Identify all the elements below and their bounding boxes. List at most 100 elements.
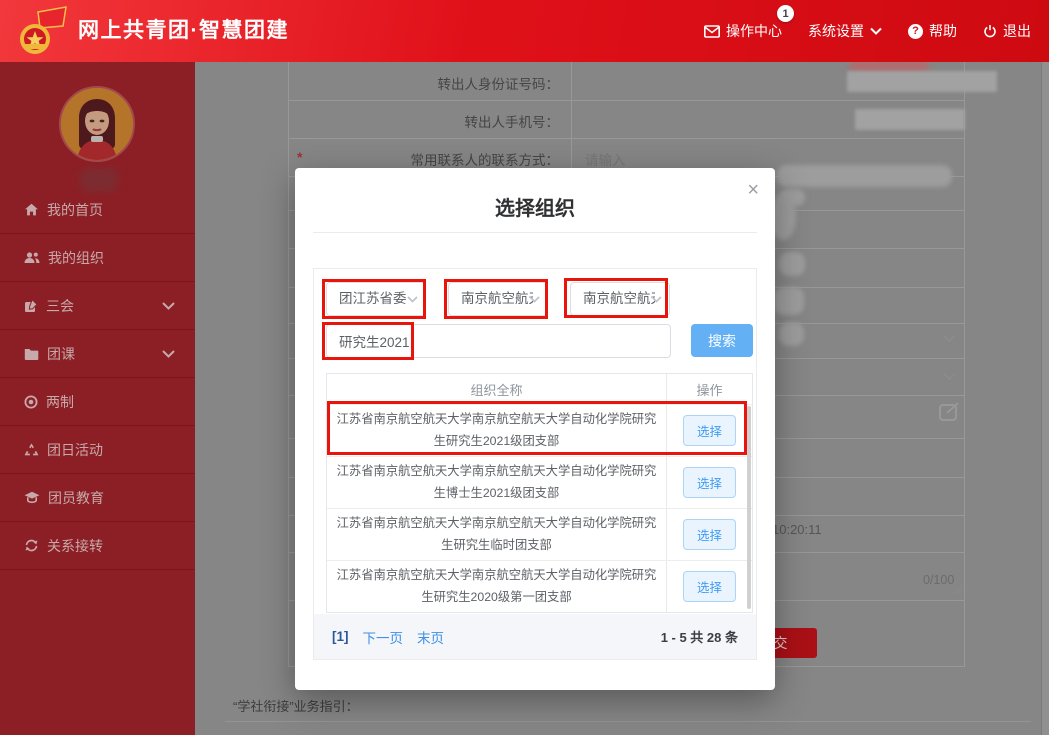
target-icon [24, 395, 38, 408]
divider [225, 721, 1031, 722]
form-label-id-number: 转出人身份证号码： [437, 77, 560, 92]
sidebar: 我的首页 我的组织 三会 团课 两制 团日活动 团员教育 关系接转 [0, 62, 195, 735]
sidebar-item-liangzhi[interactable]: 两制 [0, 378, 195, 426]
sidebar-item-label: 我的首页 [47, 201, 103, 218]
question-icon: ? [908, 23, 923, 39]
org-name: 江苏省南京航空航天大学南京航空航天大学自动化学院研究生博士生2021级团支部 [336, 463, 657, 500]
column-header-action: 操作 [666, 374, 752, 404]
redacted-value [779, 189, 805, 206]
transfer-icon [25, 539, 38, 552]
edit-square-icon[interactable] [939, 402, 960, 422]
char-counter: 0/100 [923, 573, 955, 587]
business-guide-label: “学社衔接”业务指引： [233, 699, 359, 714]
nav-system-settings-label: 系统设置 [808, 23, 864, 39]
avatar [59, 86, 135, 162]
modal-title: 选择组织 [495, 198, 575, 220]
recycle-icon [24, 443, 39, 456]
chevron-down-icon [162, 349, 175, 358]
chevron-down-icon[interactable] [943, 334, 956, 343]
table-scrollbar[interactable] [747, 406, 751, 609]
divider [289, 138, 964, 139]
chevron-down-icon [162, 301, 175, 310]
notification-badge: 1 [777, 5, 794, 22]
nav-operation-center-label: 操作中心 [726, 23, 782, 39]
table-row: 江苏省南京航空航天大学南京航空航天大学自动化学院研究生博士生2021级团支部 选… [327, 456, 752, 508]
contact-input[interactable]: 请输入 [585, 149, 626, 169]
apply-time-value: 10:20:11 [772, 522, 822, 537]
league-logo-icon [20, 6, 67, 54]
select-org-button[interactable]: 选择 [682, 571, 736, 602]
chevron-down-icon [529, 296, 540, 303]
form-label-phone: 转出人手机号： [464, 115, 560, 130]
sidebar-item-label: 团员教育 [48, 489, 104, 506]
sidebar-item-organization[interactable]: 我的组织 [0, 234, 195, 282]
table-row: 江苏省南京航空航天大学南京航空航天大学自动化学院研究生研究生2020级第一团支部… [327, 560, 752, 612]
sidebar-item-sanhui[interactable]: 三会 [0, 282, 195, 330]
divider [289, 100, 964, 101]
chevron-down-icon[interactable] [943, 372, 956, 381]
college-select[interactable]: 南京航空航天 [570, 282, 670, 316]
organization-table: 组织全称 操作 江苏省南京航空航天大学南京航空航天大学自动化学院研究生研究生20… [326, 373, 753, 613]
divider [313, 232, 757, 233]
org-name: 江苏省南京航空航天大学南京航空航天大学自动化学院研究生研究生临时团支部 [336, 515, 657, 552]
province-select[interactable]: 团江苏省委 [326, 282, 426, 316]
table-row: 江苏省南京航空航天大学南京航空航天大学自动化学院研究生研究生临时团支部 选择 [327, 508, 752, 560]
pagination-last-link[interactable]: 末页 [417, 627, 444, 647]
sidebar-item-label: 三会 [46, 297, 74, 314]
pagination-summary: 1 - 5 共 28 条 [660, 630, 738, 645]
sidebar-menu: 我的首页 我的组织 三会 团课 两制 团日活动 团员教育 关系接转 [0, 186, 195, 570]
nav-operation-center[interactable]: 操作中心 1 [704, 5, 794, 41]
pagination-next-link[interactable]: 下一页 [363, 627, 404, 647]
power-icon [984, 25, 996, 38]
sidebar-item-tuanri-activity[interactable]: 团日活动 [0, 426, 195, 474]
sidebar-item-label: 关系接转 [47, 537, 103, 554]
nav-system-settings[interactable]: 系统设置 [808, 21, 882, 41]
organization-search-input[interactable] [326, 324, 671, 358]
app-title: 网上共青团·智慧团建 [78, 19, 289, 42]
graduation-cap-icon [24, 491, 40, 504]
edit-icon [25, 298, 38, 312]
nav-logout-label: 退出 [1003, 23, 1031, 39]
pagination-current-page[interactable]: [1] [332, 629, 349, 644]
sidebar-item-label: 我的组织 [48, 249, 104, 266]
chevron-down-icon [870, 27, 882, 35]
app-window: 网上共青团·智慧团建 操作中心 1 系统设置 ? 帮助 退出 我的首页 我的组织… [0, 0, 1049, 735]
org-name: 江苏省南京航空航天大学南京航空航天大学自动化学院研究生研究生2020级第一团支部 [336, 567, 657, 604]
select-org-button[interactable]: 选择 [682, 415, 736, 446]
folder-icon [24, 348, 39, 360]
pagination-bar: [1] 下一页 末页 1 - 5 共 28 条 [314, 614, 756, 659]
sidebar-item-tuanke[interactable]: 团课 [0, 330, 195, 378]
university-select[interactable]: 南京航空航天 [448, 282, 548, 316]
page-scrollbar[interactable] [1041, 62, 1049, 735]
resize-handle-icon[interactable] [952, 584, 963, 595]
header-nav: 操作中心 1 系统设置 ? 帮助 退出 [704, 0, 1031, 62]
sidebar-item-label: 团课 [47, 345, 75, 362]
search-button[interactable]: 搜索 [691, 324, 753, 357]
sidebar-item-relation-transfer[interactable]: 关系接转 [0, 522, 195, 570]
home-icon [25, 203, 38, 216]
select-org-button[interactable]: 选择 [682, 467, 736, 498]
sidebar-item-home[interactable]: 我的首页 [0, 186, 195, 234]
sidebar-item-label: 团日活动 [47, 441, 103, 458]
nav-logout[interactable]: 退出 [983, 21, 1031, 41]
app-header: 网上共青团·智慧团建 操作中心 1 系统设置 ? 帮助 退出 [0, 0, 1049, 62]
redacted-value [855, 109, 965, 130]
table-row: 江苏省南京航空航天大学南京航空航天大学自动化学院研究生研究生2021级团支部 选… [327, 404, 752, 456]
form-label-contact: 常用联系人的联系方式： [410, 153, 560, 168]
sidebar-item-label: 两制 [46, 393, 74, 410]
chevron-down-icon [651, 296, 662, 303]
province-select-value: 团江苏省委 [339, 291, 407, 306]
redacted-value [847, 71, 997, 92]
redacted-value [777, 165, 952, 187]
sidebar-item-member-education[interactable]: 团员教育 [0, 474, 195, 522]
college-select-value: 南京航空航天 [583, 291, 655, 306]
redacted-value [779, 322, 804, 346]
column-header-org-name: 组织全称 [470, 382, 523, 398]
redacted-value [774, 287, 804, 315]
select-org-button[interactable]: 选择 [682, 519, 736, 550]
redacted-value [779, 252, 805, 276]
chevron-down-icon [407, 296, 418, 303]
nav-help[interactable]: ? 帮助 [908, 21, 957, 41]
table-header: 组织全称 操作 [327, 374, 752, 404]
university-select-value: 南京航空航天 [461, 291, 533, 306]
